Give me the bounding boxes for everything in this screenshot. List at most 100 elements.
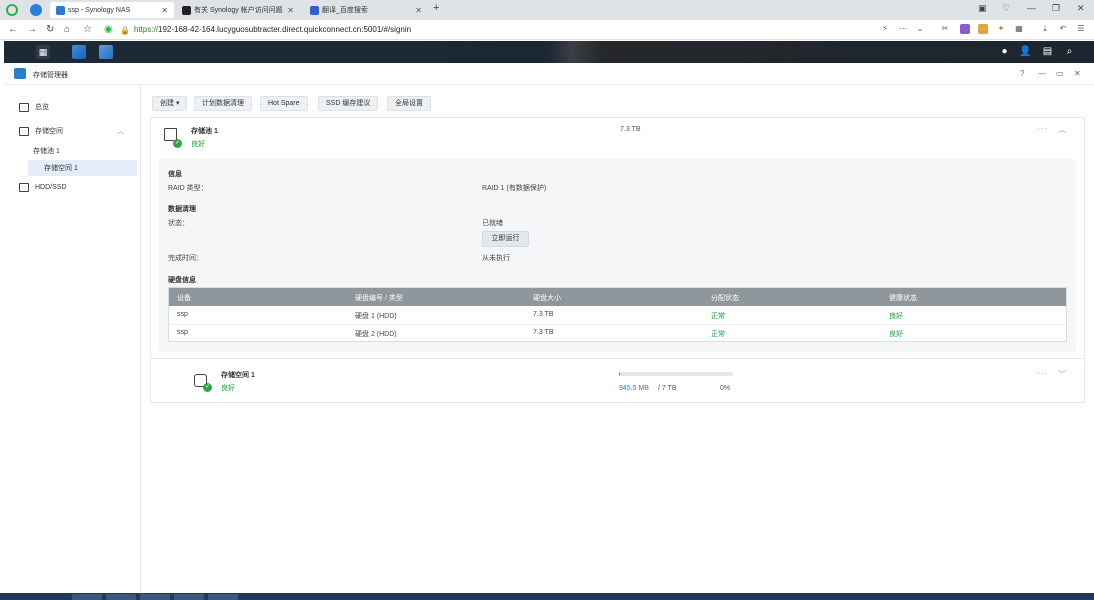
tab-close-icon[interactable]: ✕ xyxy=(161,6,168,15)
forward-icon[interactable]: → xyxy=(27,24,37,35)
raid-type-label: RAID 类型： xyxy=(168,185,208,192)
restore-icon[interactable]: ❐ xyxy=(1052,3,1060,14)
lock-icon[interactable]: 🔒 xyxy=(120,26,130,35)
sidebar-item-hdd-ssd[interactable]: HDD/SSD xyxy=(4,179,140,195)
volume-name: 存储空间 1 xyxy=(221,372,255,379)
close-window-icon[interactable]: ✕ xyxy=(1077,3,1085,14)
taskbar-app-button[interactable] xyxy=(106,594,136,600)
url-field[interactable]: https://192-168-42-164.lucyguosubtracter… xyxy=(134,25,411,34)
disk-info-section-title: 硬盘信息 xyxy=(168,277,196,284)
table-cell: ssp xyxy=(177,311,188,318)
sidebar-item-label: 总览 xyxy=(35,104,49,111)
overview-icon xyxy=(19,102,29,112)
tab-close-icon[interactable]: ✕ xyxy=(287,6,294,15)
home-icon[interactable]: ⌂ xyxy=(64,24,70,35)
back-icon[interactable]: ← xyxy=(8,24,18,35)
sidebar-item-volume[interactable]: 存储空间 1 xyxy=(28,160,137,176)
table-cell: 7.3 TB xyxy=(533,329,554,336)
user-icon[interactable]: 👤 xyxy=(1019,45,1032,58)
dsm-taskbar: ▦ ● 👤 ▤ ⌕ xyxy=(4,41,1094,63)
taskbar-app-button[interactable] xyxy=(208,594,238,600)
scrub-section-title: 数据清理 xyxy=(168,206,196,213)
lightning-icon[interactable]: ⚡ xyxy=(880,24,890,34)
table-cell: 良好 xyxy=(889,331,903,338)
main-menu-icon[interactable]: ▦ xyxy=(36,45,50,59)
global-settings-button[interactable]: 全局设置 xyxy=(387,96,431,111)
sidebar-item-storage[interactable]: 存储空间 ︿ xyxy=(4,123,140,139)
apps-grid-icon[interactable]: ▦ xyxy=(1014,24,1024,34)
used-capacity: 945.5 MB xyxy=(619,385,649,392)
hot-spare-button[interactable]: Hot Spare xyxy=(260,96,308,111)
browser-shield-icon[interactable] xyxy=(30,4,42,16)
tab-synology-nas[interactable]: ssp - Synology NAS ✕ xyxy=(50,2,174,18)
tab-close-icon[interactable]: ✕ xyxy=(415,6,422,15)
close-button[interactable]: ✕ xyxy=(1074,69,1081,78)
widgets-icon[interactable]: ▤ xyxy=(1041,45,1054,58)
tab-synology-account[interactable]: 有关 Synology 帐户访问问题 ✕ xyxy=(176,2,300,18)
browser-logo-icon[interactable] xyxy=(6,4,18,16)
scrub-state-label: 状态： xyxy=(168,220,189,227)
reload-icon[interactable]: ↻ xyxy=(46,24,54,35)
volume-status: 良好 xyxy=(221,385,235,392)
disk-table-header: 设备 硬盘编号 / 类型 硬盘大小 分配状态 健康状态 xyxy=(169,288,1066,306)
url-host: 192-168-42-164.lucyguosubtracter.direct.… xyxy=(158,25,362,34)
storage-manager-taskbar-icon[interactable] xyxy=(72,45,86,59)
synology-favicon-icon xyxy=(56,5,65,15)
column-header[interactable]: 硬盘大小 xyxy=(533,293,561,303)
taskbar-app-button[interactable] xyxy=(140,594,170,600)
sidebar-item-pool[interactable]: 存储池 1 xyxy=(4,143,140,159)
undo-icon[interactable]: ↶ xyxy=(1058,24,1068,34)
storage-icon xyxy=(19,126,29,136)
notification-icon[interactable]: ● xyxy=(998,45,1011,58)
ssd-cache-advisor-button[interactable]: SSD 缓存建议 xyxy=(318,96,379,111)
pool-size: 7.3 TB xyxy=(620,126,641,133)
tab-baidu-search[interactable]: 翻译_百度搜索 ✕ xyxy=(304,2,428,18)
help-button[interactable]: ? xyxy=(1020,69,1024,78)
healthy-check-icon: ✓ xyxy=(173,139,182,148)
scissors-icon[interactable]: ✂ xyxy=(940,24,950,34)
usage-progress-fill xyxy=(619,372,621,376)
address-bar: ← → ↻ ⌂ ☆ ◉ 🔒 https://192-168-42-164.luc… xyxy=(0,20,1094,40)
baidu-favicon-icon xyxy=(310,5,319,15)
download-icon[interactable]: ⤓ xyxy=(1040,24,1050,34)
security-shield-icon[interactable]: ◉ xyxy=(104,24,113,35)
search-icon[interactable]: ⌕ xyxy=(1063,45,1076,58)
expand-chevron-icon[interactable]: ﹀ xyxy=(1058,369,1067,380)
chevron-up-icon[interactable]: ︿ xyxy=(117,126,124,136)
extension-purple-icon[interactable] xyxy=(960,24,970,34)
column-header[interactable]: 设备 xyxy=(177,293,191,303)
column-header[interactable]: 分配状态 xyxy=(711,293,739,303)
extension-game-icon[interactable]: ✦ xyxy=(996,24,1006,34)
table-cell: 硬盘 1 (HDD) xyxy=(355,313,397,320)
taskbar-app-button[interactable] xyxy=(72,594,102,600)
minimize-button[interactable]: — xyxy=(1038,69,1046,78)
table-cell: 正常 xyxy=(711,331,725,338)
menu-icon[interactable]: ☰ xyxy=(1076,24,1086,34)
sidebar-item-overview[interactable]: 总览 xyxy=(4,99,140,115)
run-now-button[interactable]: 立即运行 xyxy=(482,231,529,247)
app-taskbar-icon[interactable] xyxy=(99,45,113,59)
usage-percent: 0% xyxy=(720,385,731,392)
collapse-chevron-icon[interactable]: ︿ xyxy=(1058,124,1067,135)
taskbar-app-button[interactable] xyxy=(174,594,204,600)
minimize-icon[interactable]: — xyxy=(1027,3,1036,13)
schedule-scrub-button[interactable]: 计划数据清理 xyxy=(194,96,252,111)
column-header[interactable]: 硬盘编号 / 类型 xyxy=(355,293,403,303)
more-options-icon[interactable]: ··· xyxy=(1037,369,1048,378)
create-button[interactable]: 创建 ▾ xyxy=(152,96,188,111)
tab-list-icon[interactable]: ▣ xyxy=(978,3,987,14)
bookmark-star-icon[interactable]: ☆ xyxy=(83,24,92,35)
sidebar-item-label: HDD/SSD xyxy=(35,183,67,191)
maximize-button[interactable]: ▭ xyxy=(1056,69,1064,78)
extension-orange-icon[interactable] xyxy=(978,24,988,34)
new-tab-button[interactable]: + xyxy=(433,2,439,14)
row-divider xyxy=(169,324,1066,325)
tab-label: 翻译_百度搜索 xyxy=(322,7,368,14)
dropdown-chevron-icon[interactable]: ⌄ xyxy=(915,24,925,34)
table-cell: 硬盘 2 (HDD) xyxy=(355,331,397,338)
more-options-icon[interactable]: ··· xyxy=(1037,124,1048,133)
skin-icon[interactable]: ♡ xyxy=(1002,3,1010,14)
column-header[interactable]: 健康状态 xyxy=(889,293,917,303)
more-dots-icon[interactable]: ⋯ xyxy=(898,24,908,34)
usage-progress-bar xyxy=(619,372,733,376)
